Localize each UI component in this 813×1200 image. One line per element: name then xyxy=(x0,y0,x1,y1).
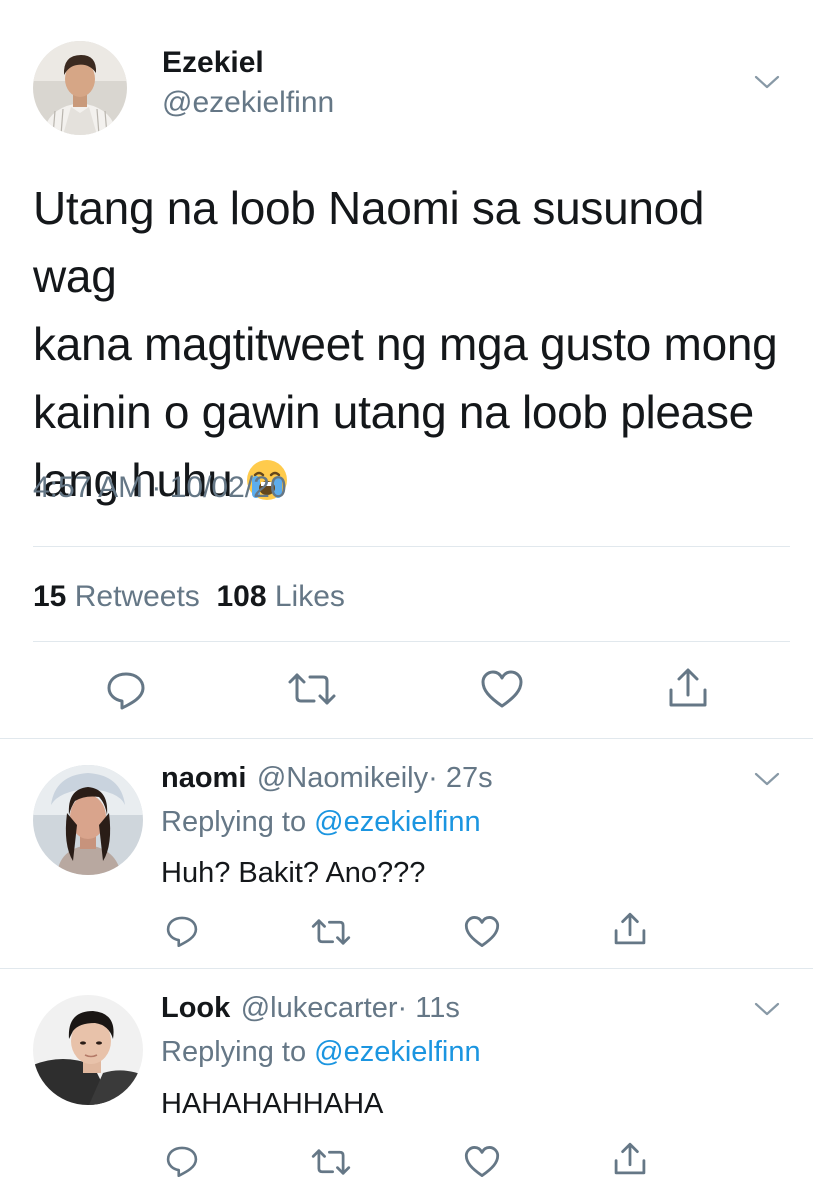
reply-header: Look @lukecarter· 11s xyxy=(161,992,460,1025)
reply-text: Huh? Bakit? Ano??? xyxy=(161,857,426,889)
reply-time: · 27s xyxy=(428,762,493,794)
author-avatar[interactable] xyxy=(33,41,127,135)
replying-to-label: Replying to xyxy=(161,806,307,838)
tweet-timestamp[interactable]: 4:57 AM · 10/02/20 xyxy=(33,471,287,505)
author-name[interactable]: Ezekiel xyxy=(162,46,264,80)
tweet-text-line: Utang na loob Naomi sa susunod wag xyxy=(33,182,705,302)
replying-to-mention[interactable]: @ezekielfinn xyxy=(314,806,480,838)
share-icon[interactable] xyxy=(666,666,710,710)
tweet-stats: 15 Retweets 108 Likes xyxy=(33,580,345,614)
chevron-down-icon[interactable] xyxy=(752,999,782,1019)
like-icon[interactable] xyxy=(463,914,501,949)
chevron-down-icon[interactable] xyxy=(752,769,782,789)
reply-text: HAHAHAHHAHA xyxy=(161,1088,384,1120)
tweet-text-line: kainin o gawin utang na loob please xyxy=(33,386,754,438)
retweet-icon[interactable] xyxy=(286,671,338,707)
reply-icon[interactable] xyxy=(104,668,148,712)
divider xyxy=(33,641,790,642)
replying-to: Replying to @ezekielfinn xyxy=(161,806,481,839)
reply-author-name[interactable]: naomi xyxy=(161,762,246,794)
reply-icon[interactable] xyxy=(164,1143,200,1179)
divider xyxy=(33,546,790,547)
replying-to: Replying to @ezekielfinn xyxy=(161,1036,481,1069)
retweets-stat[interactable]: 15 Retweets xyxy=(33,580,200,613)
divider xyxy=(0,968,813,969)
chevron-down-icon[interactable] xyxy=(752,72,782,92)
retweets-label: Retweets xyxy=(74,580,200,613)
author-handle[interactable]: @ezekielfinn xyxy=(162,86,334,120)
tweet-text: Utang na loob Naomi sa susunod wag kana … xyxy=(33,174,793,514)
divider xyxy=(0,738,813,739)
share-icon[interactable] xyxy=(612,911,648,947)
retweets-count: 15 xyxy=(33,580,67,613)
like-icon[interactable] xyxy=(463,1144,501,1179)
replying-to-label: Replying to xyxy=(161,1036,307,1068)
retweet-icon[interactable] xyxy=(310,917,352,947)
reply-author-handle[interactable]: @Naomikeily xyxy=(257,762,428,794)
likes-stat[interactable]: 108 Likes xyxy=(216,580,344,613)
retweet-icon[interactable] xyxy=(310,1147,352,1177)
reply-header: naomi @Naomikeily· 27s xyxy=(161,762,493,795)
reply-avatar[interactable] xyxy=(33,995,143,1105)
reply-author-handle[interactable]: @lukecarter xyxy=(241,992,398,1024)
likes-count: 108 xyxy=(216,580,267,613)
tweet-text-line: kana magtitweet ng mga gusto mong xyxy=(33,318,778,370)
likes-label: Likes xyxy=(274,580,345,613)
replying-to-mention[interactable]: @ezekielfinn xyxy=(314,1036,480,1068)
share-icon[interactable] xyxy=(612,1141,648,1177)
reply-time: · 11s xyxy=(397,992,460,1024)
reply-avatar[interactable] xyxy=(33,765,143,875)
like-icon[interactable] xyxy=(479,668,525,710)
reply-icon[interactable] xyxy=(164,913,200,949)
reply-author-name[interactable]: Look xyxy=(161,992,230,1024)
